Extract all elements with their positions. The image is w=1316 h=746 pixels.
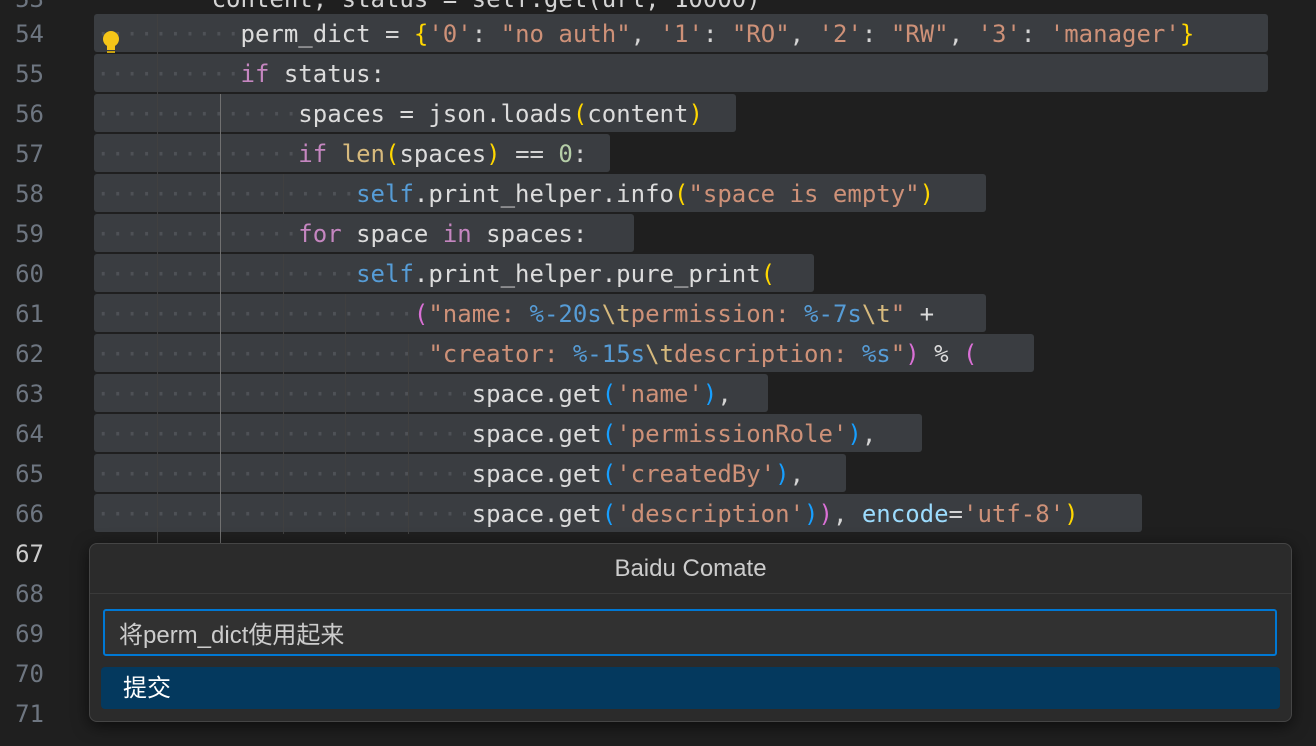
line-number: 71 [15, 700, 44, 728]
lightbulb-icon[interactable] [102, 30, 120, 56]
code-text: ··················self.print_helper.pure… [96, 260, 776, 288]
code-line-58[interactable]: 58 ··················self.print_helper.i… [0, 174, 1316, 214]
indent-guide [408, 334, 409, 534]
line-number: 67 [15, 540, 44, 568]
dialog-title: Baidu Comate [90, 544, 1291, 594]
line-number: 59 [15, 220, 44, 248]
line-number: 65 [15, 460, 44, 488]
code-text: ··························space.get('cre… [96, 460, 805, 488]
code-text: ··························space.get('nam… [96, 380, 732, 408]
indent-guide [283, 174, 284, 214]
submit-option[interactable]: 提交 [101, 667, 1280, 709]
code-line-56[interactable]: 56 ··············spaces = json.loads(con… [0, 94, 1316, 134]
indent-guide [283, 254, 284, 534]
code-line-64[interactable]: 64 ··························space.get('… [0, 414, 1316, 454]
line-number: 69 [15, 620, 44, 648]
line-number: 54 [15, 20, 44, 48]
line-number: 58 [15, 180, 44, 208]
prompt-input[interactable] [103, 609, 1277, 656]
line-number: 64 [15, 420, 44, 448]
code-text: ··············spaces = json.loads(conten… [96, 100, 703, 128]
code-line-54[interactable]: 54 ··········perm_dict = {'0': "no auth"… [0, 14, 1316, 54]
line-number: 63 [15, 380, 44, 408]
code-line-66[interactable]: 66 ··························space.get('… [0, 494, 1316, 534]
code-line-55[interactable]: 55 ··········if status: [0, 54, 1316, 94]
line-number: 62 [15, 340, 44, 368]
code-line-60[interactable]: 60 ··················self.print_helper.p… [0, 254, 1316, 294]
code-text: ··························space.get('per… [96, 420, 877, 448]
line-number: 68 [15, 580, 44, 608]
code-text: ··············if len(spaces) == 0: [96, 140, 588, 168]
code-text: ··························space.get('des… [96, 500, 1079, 528]
code-line-57[interactable]: 57 ··············if len(spaces) == 0: [0, 134, 1316, 174]
code-text: ··········if status: [96, 60, 385, 88]
code-line-61[interactable]: 61 ······················("name: %-20s\t… [0, 294, 1316, 334]
code-text: ··········perm_dict = {'0': "no auth", '… [96, 20, 1195, 48]
line-number: 70 [15, 660, 44, 688]
line-number: 60 [15, 260, 44, 288]
line-number: 56 [15, 100, 44, 128]
code-line-63[interactable]: 63 ··························space.get('… [0, 374, 1316, 414]
line-number: 57 [15, 140, 44, 168]
comate-dialog: Baidu Comate 提交 [89, 543, 1292, 722]
code-line-59[interactable]: 59 ··············for space in spaces: [0, 214, 1316, 254]
indent-guide [157, 14, 158, 544]
code-line-62[interactable]: 62 ·······················"creator: %-15… [0, 334, 1316, 374]
code-text: ·······················"creator: %-15s\t… [96, 340, 978, 368]
code-text: ··················self.print_helper.info… [96, 180, 935, 208]
line-number: 66 [15, 500, 44, 528]
code-text: ······················("name: %-20s\tper… [96, 300, 935, 328]
line-number: 55 [15, 60, 44, 88]
indent-guide [345, 294, 346, 534]
indent-guide-active [220, 94, 221, 544]
line-number: 61 [15, 300, 44, 328]
code-line-65[interactable]: 65 ··························space.get('… [0, 454, 1316, 494]
code-text: ··············for space in spaces: [96, 220, 588, 248]
